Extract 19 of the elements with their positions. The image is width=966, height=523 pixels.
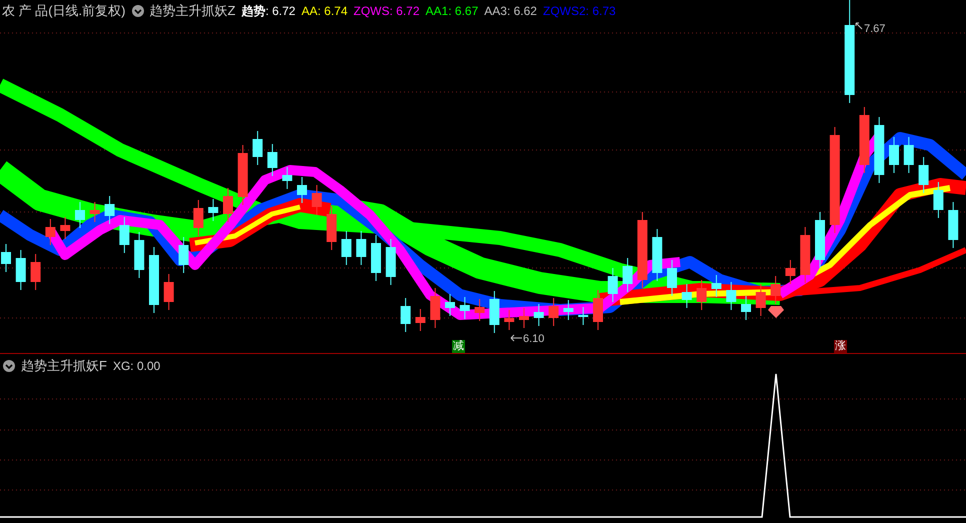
indicator-reading: AA1: 6.67 — [426, 3, 478, 20]
dropdown-icon[interactable] — [132, 5, 144, 17]
signal-marker: 减 — [452, 340, 465, 353]
low-price-label: 6.10 — [523, 332, 544, 347]
signal-marker: 涨 — [834, 340, 847, 353]
high-price-label: 7.67 — [864, 22, 886, 37]
indicator-reading: AA: 6.74 — [301, 3, 348, 20]
pointer-arrow-icon — [855, 22, 863, 30]
indicator-reading: XG: 0.00 — [112, 358, 160, 375]
dropdown-icon[interactable] — [3, 360, 15, 372]
security-title: 农 产 品(日线.前复权) — [1, 2, 126, 20]
indicator-reading: ZQWS: 6.72 — [354, 3, 420, 20]
indicator-name: 趋势主升抓妖Z — [150, 2, 236, 20]
pointer-arrow-icon — [510, 334, 522, 342]
indicator-reading: ZQWS2: 6.73 — [542, 3, 616, 20]
indicator-name: 趋势主升抓妖F — [21, 357, 107, 375]
indicator-reading: AA3: 6.62 — [484, 3, 537, 20]
indicator-reading: 趋势: 6.72 — [241, 3, 296, 20]
diamond-icon — [768, 306, 784, 318]
